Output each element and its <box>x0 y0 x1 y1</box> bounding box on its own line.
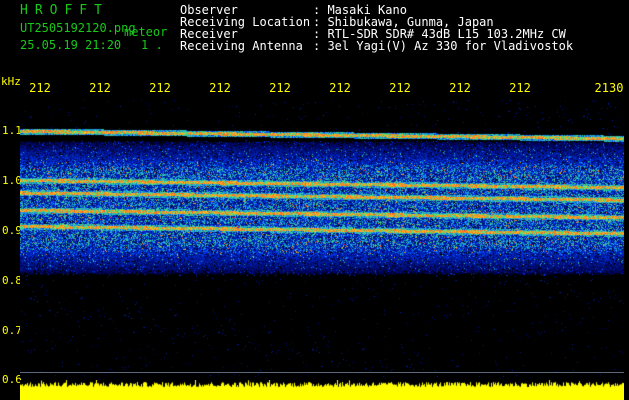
antenna-value: : 3el Yagi(V) Az 330 for Vladivostok <box>313 39 574 53</box>
y-tick-0-9: 0.9 <box>2 224 22 237</box>
y-tick-1-1: 1.1 <box>2 124 22 137</box>
spectrogram-canvas <box>20 100 624 377</box>
x-tick-6: 212 <box>389 81 411 95</box>
y-tick-0-7: 0.7 <box>2 324 22 337</box>
x-tick-7: 212 <box>449 81 471 95</box>
x-tick-2: 212 <box>149 81 171 95</box>
counter-label: 1 . <box>141 38 163 52</box>
x-tick-1: 212 <box>89 81 111 95</box>
y-tick-0-6: 0.6 <box>2 373 22 386</box>
y-axis-unit: kHz <box>1 75 21 88</box>
antenna-label: Receiving Antenna <box>180 39 303 53</box>
y-tick-1-0: 1.0 <box>2 174 22 187</box>
x-tick-3: 212 <box>209 81 231 95</box>
x-tick-5: 212 <box>329 81 351 95</box>
baseline-line <box>20 372 624 373</box>
hrofft-window: HROFFT UT2505192120.png meteor 25.05.19 … <box>0 0 629 400</box>
datetime-label: 25.05.19 21:20 <box>20 38 122 52</box>
x-tick-8: 212 <box>509 81 531 95</box>
x-tick-9: 2130 <box>594 81 624 95</box>
y-tick-0-8: 0.8 <box>2 274 22 287</box>
x-tick-4: 212 <box>269 81 291 95</box>
filename-label: UT2505192120.png <box>20 21 136 35</box>
x-tick-0: 212 <box>29 81 51 95</box>
app-brand: HROFFT <box>20 3 109 18</box>
signal-level-bar <box>20 380 624 400</box>
